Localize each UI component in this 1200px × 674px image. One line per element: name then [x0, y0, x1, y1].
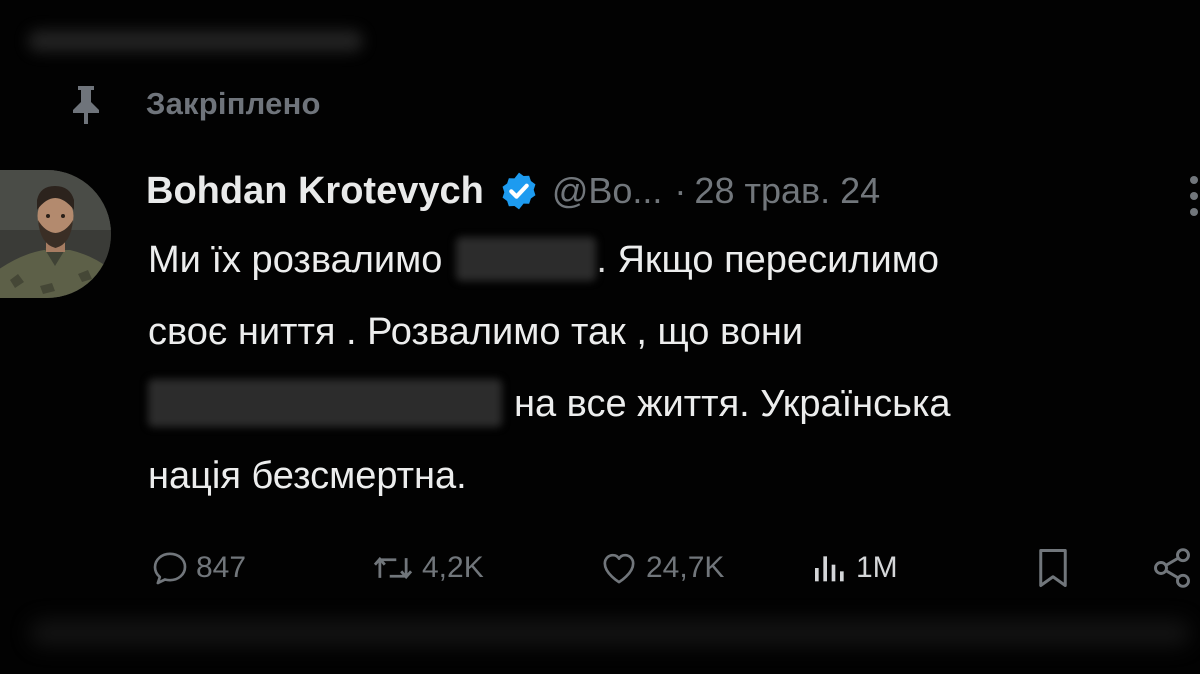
- tweet-line: на все життя. Українська: [148, 368, 1200, 440]
- reply-button[interactable]: 847: [150, 540, 246, 596]
- tweet-actions: 847 4,2K 24,7K 1M: [150, 540, 1200, 596]
- author-name[interactable]: Bohdan Krotevych: [146, 170, 484, 213]
- pinned-indicator: Закріплено: [66, 82, 321, 126]
- views-count: 1M: [856, 551, 898, 584]
- tweet-line: Ми їх розвалимо . Якщо пересилимо: [148, 224, 1200, 296]
- tweet-text-segment: на все життя. Українська: [514, 383, 951, 425]
- censored-phrase: [148, 378, 502, 427]
- tweet-timestamp[interactable]: 28 трав. 24: [694, 170, 880, 212]
- tweet-text-segment: . Якщо пересилимо: [596, 239, 939, 281]
- like-icon: [598, 548, 640, 588]
- author-handle[interactable]: @Bo...: [552, 170, 663, 212]
- repost-button[interactable]: 4,2K: [370, 540, 484, 596]
- tweet-line: своє ниття . Розвалимо так , що вони: [148, 296, 1200, 368]
- reply-icon: [150, 548, 190, 588]
- share-icon: [1150, 546, 1194, 590]
- like-button[interactable]: 24,7K: [598, 540, 724, 596]
- like-count: 24,7K: [646, 551, 725, 584]
- tweet-line: нація безсмертна.: [148, 440, 1200, 512]
- bookmark-button[interactable]: [1035, 540, 1071, 596]
- views-button[interactable]: 1M: [810, 540, 898, 596]
- verified-badge-icon: [498, 170, 540, 212]
- tweet-screenshot: Закріплено Bohdan Krotevych @Bo... · 28 …: [0, 0, 1200, 674]
- pin-icon: [66, 82, 106, 126]
- bookmark-icon: [1035, 547, 1071, 589]
- tweet-body: Ми їх розвалимо . Якщо пересилимо своє ни…: [148, 224, 1200, 512]
- repost-icon: [370, 548, 416, 588]
- more-options-icon[interactable]: [1185, 172, 1200, 220]
- tweet-text-segment: Ми їх розвалимо: [148, 239, 443, 281]
- views-icon: [810, 548, 850, 588]
- separator-dot: ·: [674, 170, 687, 211]
- blurred-header: [28, 30, 363, 52]
- pinned-label: Закріплено: [146, 86, 321, 121]
- censored-word: [456, 236, 597, 281]
- tweet-text-segment: своє ниття . Розвалимо так , що вони: [148, 311, 804, 353]
- share-button[interactable]: [1150, 540, 1194, 596]
- tweet-text-segment: нація безсмертна.: [148, 455, 467, 497]
- reply-count: 847: [196, 551, 247, 584]
- repost-count: 4,2K: [422, 551, 484, 584]
- avatar[interactable]: [0, 170, 111, 298]
- blurred-footer: [30, 620, 1190, 646]
- tweet-header: Bohdan Krotevych @Bo... · 28 трав. 24: [146, 164, 880, 218]
